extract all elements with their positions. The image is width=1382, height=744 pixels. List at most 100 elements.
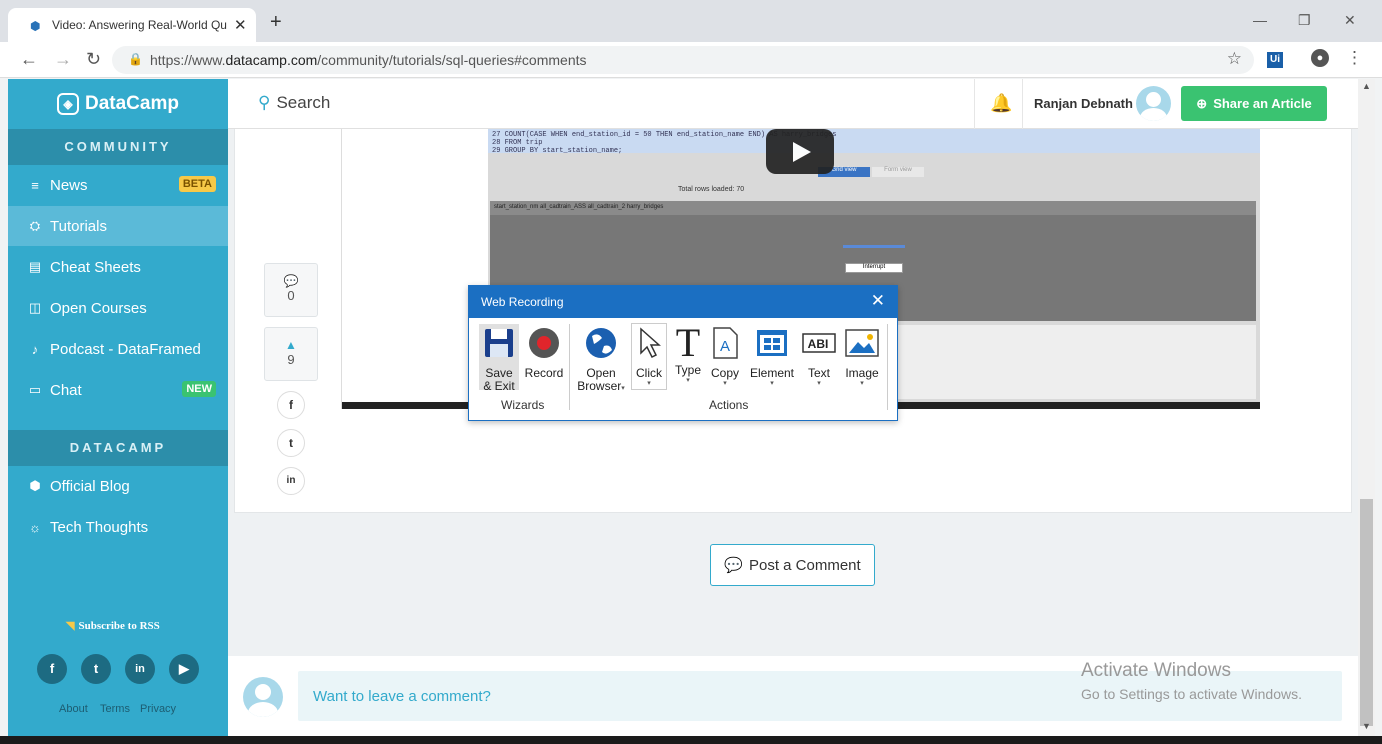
url-text: https://www.datacamp.com/community/tutor… <box>150 52 587 68</box>
sidebar-item-tech-thoughts[interactable]: ☼ Tech Thoughts <box>8 507 228 547</box>
lock-icon: 🔒 <box>128 52 143 66</box>
cheat-sheet-icon: ▤ <box>28 259 42 274</box>
footer-about-link[interactable]: About <box>59 703 88 715</box>
forward-icon[interactable]: → <box>54 49 72 70</box>
image-button[interactable]: Image ▾ <box>841 326 883 388</box>
top-header: ⚲ Search 🔔 Ranjan Debnath ⊕ Share an Arti… <box>228 79 1358 129</box>
save-exit-button[interactable]: Save & Exit <box>479 324 519 393</box>
sidebar-item-label: Official Blog <box>50 477 130 495</box>
play-icon <box>793 142 811 162</box>
sidebar-item-label: News <box>50 176 88 194</box>
minimize-icon[interactable]: — <box>1253 12 1267 28</box>
datacamp-favicon-icon: ⬢ <box>30 19 41 33</box>
tab-close-icon[interactable]: ✕ <box>234 16 247 34</box>
open-browser-button[interactable]: Open Browser▾ <box>575 326 627 393</box>
twitter-icon[interactable]: t <box>81 654 111 684</box>
bookmark-star-icon[interactable]: ☆ <box>1227 49 1242 69</box>
back-icon[interactable]: ← <box>20 49 38 70</box>
subscribe-rss-link[interactable]: ◥ Subscribe to RSS <box>66 619 160 632</box>
sidebar-item-official-blog[interactable]: ⬢ Official Blog <box>8 466 228 506</box>
uipath-extension-icon[interactable]: Ui <box>1267 52 1283 68</box>
sidebar-item-podcast[interactable]: ♪ Podcast - DataFramed <box>8 329 228 369</box>
plus-circle-icon: ⊕ <box>1196 95 1208 111</box>
browser-tab[interactable]: ⬢ Video: Answering Real-World Qu ✕ <box>8 8 256 42</box>
comment-placeholder: Want to leave a comment? <box>313 688 491 705</box>
copy-document-icon: A <box>713 327 738 359</box>
comment-count-button[interactable]: 💬 0 <box>264 263 318 317</box>
sidebar-item-open-courses[interactable]: ◫ Open Courses <box>8 288 228 328</box>
image-picture-icon <box>845 329 879 357</box>
click-button[interactable]: Click ▾ <box>631 323 667 390</box>
form-view-tab: Form view <box>872 167 924 177</box>
graduation-cap-icon: ⛭ <box>29 218 41 233</box>
sidebar-item-tutorials[interactable]: ⛭ Tutorials <box>8 206 228 246</box>
footer-terms-link[interactable]: Terms <box>100 703 130 715</box>
record-button[interactable]: Record <box>523 326 565 380</box>
type-button[interactable]: T Type ▾ <box>671 320 705 385</box>
svg-text:ABI: ABI <box>808 337 829 351</box>
search-icon: ⚲ <box>258 93 271 112</box>
sidebar-item-news[interactable]: ≡ News BETA <box>8 165 228 205</box>
vote-count: 9 <box>287 352 295 367</box>
sidebar-item-label: Podcast - DataFramed <box>50 340 201 358</box>
section-datacamp: DATACAMP <box>8 430 228 466</box>
upvote-button[interactable]: ▲ 9 <box>264 327 318 381</box>
share-facebook-icon[interactable]: f <box>277 391 305 419</box>
record-icon <box>529 328 559 358</box>
url-field[interactable]: 🔒 https://www.datacamp.com/community/tut… <box>112 46 1254 74</box>
sidebar: ◈ DataCamp COMMUNITY ≡ News BETA ⛭ Tutor… <box>8 79 228 736</box>
share-label: Share an Article <box>1213 96 1312 111</box>
divider <box>974 79 975 129</box>
wizards-group-label: Wizards <box>501 398 545 412</box>
restore-icon[interactable]: ❐ <box>1298 12 1311 29</box>
element-grid-icon <box>757 330 787 356</box>
news-icon: ≡ <box>31 177 39 193</box>
new-tab-button[interactable]: + <box>270 12 282 32</box>
svg-text:A: A <box>720 338 730 355</box>
notification-bell-icon[interactable]: 🔔 <box>990 93 1012 114</box>
divider <box>1022 79 1023 129</box>
page-scrollbar[interactable]: ▲ ▼ <box>1358 79 1375 736</box>
share-linkedin-icon[interactable]: in <box>277 467 305 495</box>
text-button[interactable]: ABI Text ▾ <box>801 326 837 388</box>
user-name[interactable]: Ranjan Debnath <box>1034 96 1133 111</box>
scrollbar-thumb[interactable] <box>1360 499 1373 726</box>
comment-icon: 💬 <box>724 557 743 574</box>
search-button[interactable]: ⚲ Search <box>258 93 330 113</box>
scroll-up-icon[interactable]: ▲ <box>1362 81 1371 91</box>
post-comment-button[interactable]: 💬 Post a Comment <box>710 544 875 586</box>
share-twitter-icon[interactable]: t <box>277 429 305 457</box>
browser-menu-icon[interactable]: ⋮ <box>1346 48 1363 68</box>
scroll-down-icon[interactable]: ▼ <box>1362 721 1371 731</box>
reload-icon[interactable]: ↻ <box>86 49 101 70</box>
video-sql-editor: 27 COUNT(CASE WHEN end_station_id = 50 T… <box>488 129 1260 155</box>
sidebar-item-cheat-sheets[interactable]: ▤ Cheat Sheets <box>8 247 228 287</box>
sidebar-item-chat[interactable]: ▭ Chat NEW <box>8 370 228 410</box>
sidebar-item-label: Tech Thoughts <box>50 518 149 536</box>
interrupt-button: Interrupt <box>845 263 903 273</box>
play-button[interactable] <box>766 129 834 174</box>
lightbulb-icon: ☼ <box>29 519 41 535</box>
new-badge: NEW <box>182 381 216 397</box>
footer-privacy-link[interactable]: Privacy <box>140 703 176 715</box>
address-bar: ← → ↻ 🔒 https://www.datacamp.com/communi… <box>0 42 1382 78</box>
facebook-icon[interactable]: f <box>37 654 67 684</box>
group-divider <box>887 324 888 410</box>
copy-button[interactable]: A Copy ▾ <box>707 326 743 388</box>
linkedin-icon[interactable]: in <box>125 654 155 684</box>
sidebar-item-label: Chat <box>50 381 82 399</box>
element-button[interactable]: Element ▾ <box>747 326 797 388</box>
share-article-button[interactable]: ⊕ Share an Article <box>1181 86 1327 121</box>
web-recording-dialog: Web Recording ✕ Save & Exit Record Open … <box>468 285 898 421</box>
account-icon[interactable]: ● <box>1311 49 1329 67</box>
type-t-icon: T <box>675 320 701 365</box>
youtube-icon[interactable]: ▶ <box>169 654 199 684</box>
rss-icon: ◥ <box>66 620 75 632</box>
dialog-close-icon[interactable]: ✕ <box>871 291 885 311</box>
user-avatar[interactable] <box>1136 86 1171 121</box>
floppy-disk-icon <box>485 329 513 357</box>
datacamp-logo[interactable]: ◈ DataCamp <box>8 79 228 129</box>
window-close-icon[interactable]: ✕ <box>1344 12 1356 29</box>
progress-indicator <box>843 245 905 248</box>
blog-icon: ⬢ <box>29 478 41 493</box>
